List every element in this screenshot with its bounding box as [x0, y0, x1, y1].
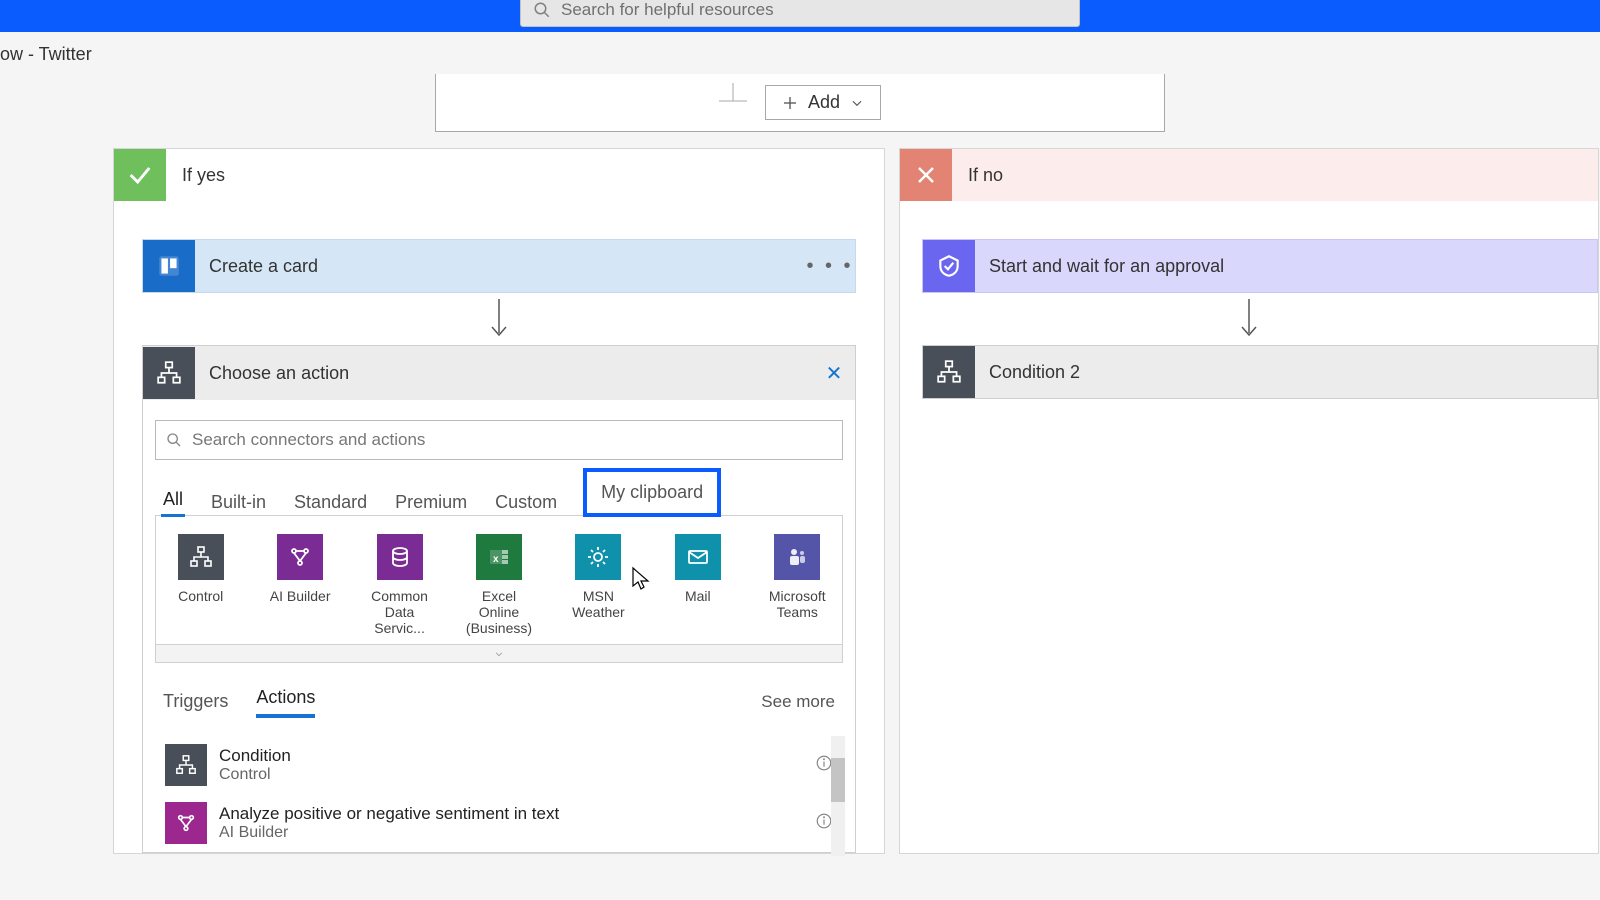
plus-icon	[782, 95, 798, 111]
action-search[interactable]: Search connectors and actions	[155, 420, 843, 460]
scrollbar[interactable]	[831, 736, 845, 856]
search-icon	[533, 1, 551, 19]
arrow-down-icon	[114, 297, 884, 341]
tab-custom[interactable]: Custom	[493, 488, 559, 517]
scroll-thumb[interactable]	[831, 758, 845, 802]
branch-line-icon	[719, 83, 747, 123]
connector-excel[interactable]: x Excel Online (Business)	[464, 534, 533, 636]
connector-control[interactable]: Control	[166, 534, 235, 636]
action-sub: Control	[219, 766, 291, 784]
connector-ai-builder[interactable]: AI Builder	[265, 534, 334, 636]
action-title: Start and wait for an approval	[975, 256, 1597, 277]
tab-all[interactable]: All	[161, 485, 185, 517]
control-icon	[165, 744, 207, 786]
action-item-sentiment[interactable]: Analyze positive or negative sentiment i…	[155, 794, 843, 852]
if-no-branch: If no Start and wait for an approval Con…	[899, 148, 1599, 854]
breadcrumb: ow - Twitter	[0, 32, 1600, 74]
trello-icon	[143, 240, 195, 292]
chevron-down-icon	[492, 649, 506, 659]
action-condition2[interactable]: Condition 2	[922, 345, 1598, 399]
ai-builder-icon	[165, 802, 207, 844]
see-more-link[interactable]: See more	[761, 692, 835, 712]
subtab-triggers[interactable]: Triggers	[163, 689, 228, 714]
action-subtabs: Triggers Actions See more	[163, 685, 835, 718]
if-no-header: If no	[900, 149, 1598, 201]
tab-premium[interactable]: Premium	[393, 488, 469, 517]
connector-mail[interactable]: Mail	[663, 534, 732, 636]
control-icon	[143, 347, 195, 399]
check-icon	[114, 149, 166, 201]
if-yes-header: If yes	[114, 149, 884, 201]
flow-canvas: Add If yes Create a card • • •	[0, 74, 1600, 854]
search-icon	[166, 432, 182, 448]
branches-row: If yes Create a card • • • Choose	[0, 148, 1600, 854]
arrow-down-icon	[900, 297, 1598, 341]
choose-action-panel: Choose an action ✕ Search connectors and…	[142, 345, 856, 853]
connector-cds[interactable]: Common Data Servic...	[365, 534, 434, 636]
svg-text:x: x	[493, 554, 499, 565]
action-search-placeholder: Search connectors and actions	[192, 430, 425, 450]
action-title: Condition 2	[975, 362, 1597, 383]
connector-teams[interactable]: Microsoft Teams	[763, 534, 832, 636]
action-title: Condition	[219, 746, 291, 766]
if-yes-title: If yes	[182, 165, 225, 186]
connector-label: Common Data Servic...	[371, 588, 428, 636]
connector-label: Microsoft Teams	[769, 588, 826, 620]
action-approval[interactable]: Start and wait for an approval	[922, 239, 1598, 293]
subtab-actions[interactable]: Actions	[256, 685, 315, 718]
close-icon[interactable]: ✕	[813, 361, 855, 386]
tab-my-clipboard[interactable]: My clipboard	[583, 468, 721, 517]
connector-label: Mail	[685, 588, 711, 604]
action-create-card[interactable]: Create a card • • •	[142, 239, 856, 293]
control-icon	[923, 346, 975, 398]
choose-action-title: Choose an action	[195, 363, 813, 384]
connector-label: AI Builder	[270, 588, 331, 604]
choose-action-header: Choose an action ✕	[143, 346, 855, 400]
action-title: Create a card	[195, 256, 805, 277]
connector-label: Control	[178, 588, 223, 604]
global-search[interactable]: Search for helpful resources	[520, 0, 1080, 27]
global-search-placeholder: Search for helpful resources	[561, 0, 774, 20]
topbar: Search for helpful resources	[0, 0, 1600, 32]
approval-icon	[923, 240, 975, 292]
condition-container: Add	[435, 74, 1165, 132]
expand-connectors[interactable]	[155, 645, 843, 663]
action-item-condition[interactable]: Condition Control	[155, 736, 843, 794]
tab-standard[interactable]: Standard	[292, 488, 369, 517]
x-icon	[900, 149, 952, 201]
if-no-title: If no	[968, 165, 1003, 186]
action-sub: AI Builder	[219, 824, 559, 842]
tab-builtin[interactable]: Built-in	[209, 488, 268, 517]
connector-tabs: All Built-in Standard Premium Custom My …	[161, 478, 843, 517]
if-yes-branch: If yes Create a card • • • Choose	[113, 148, 885, 854]
action-title: Analyze positive or negative sentiment i…	[219, 804, 559, 824]
add-button-label: Add	[808, 92, 840, 113]
more-icon[interactable]: • • •	[805, 255, 855, 278]
add-button[interactable]: Add	[765, 85, 881, 120]
chevron-down-icon	[850, 96, 864, 110]
action-list: Condition Control Analyze positive or ne…	[155, 736, 843, 852]
connector-grid: Control AI Builder Common Data Servic...…	[155, 515, 843, 645]
connector-msn-weather[interactable]: MSN Weather	[564, 534, 633, 636]
connector-label: Excel Online (Business)	[466, 588, 532, 636]
connector-label: MSN Weather	[572, 588, 625, 620]
